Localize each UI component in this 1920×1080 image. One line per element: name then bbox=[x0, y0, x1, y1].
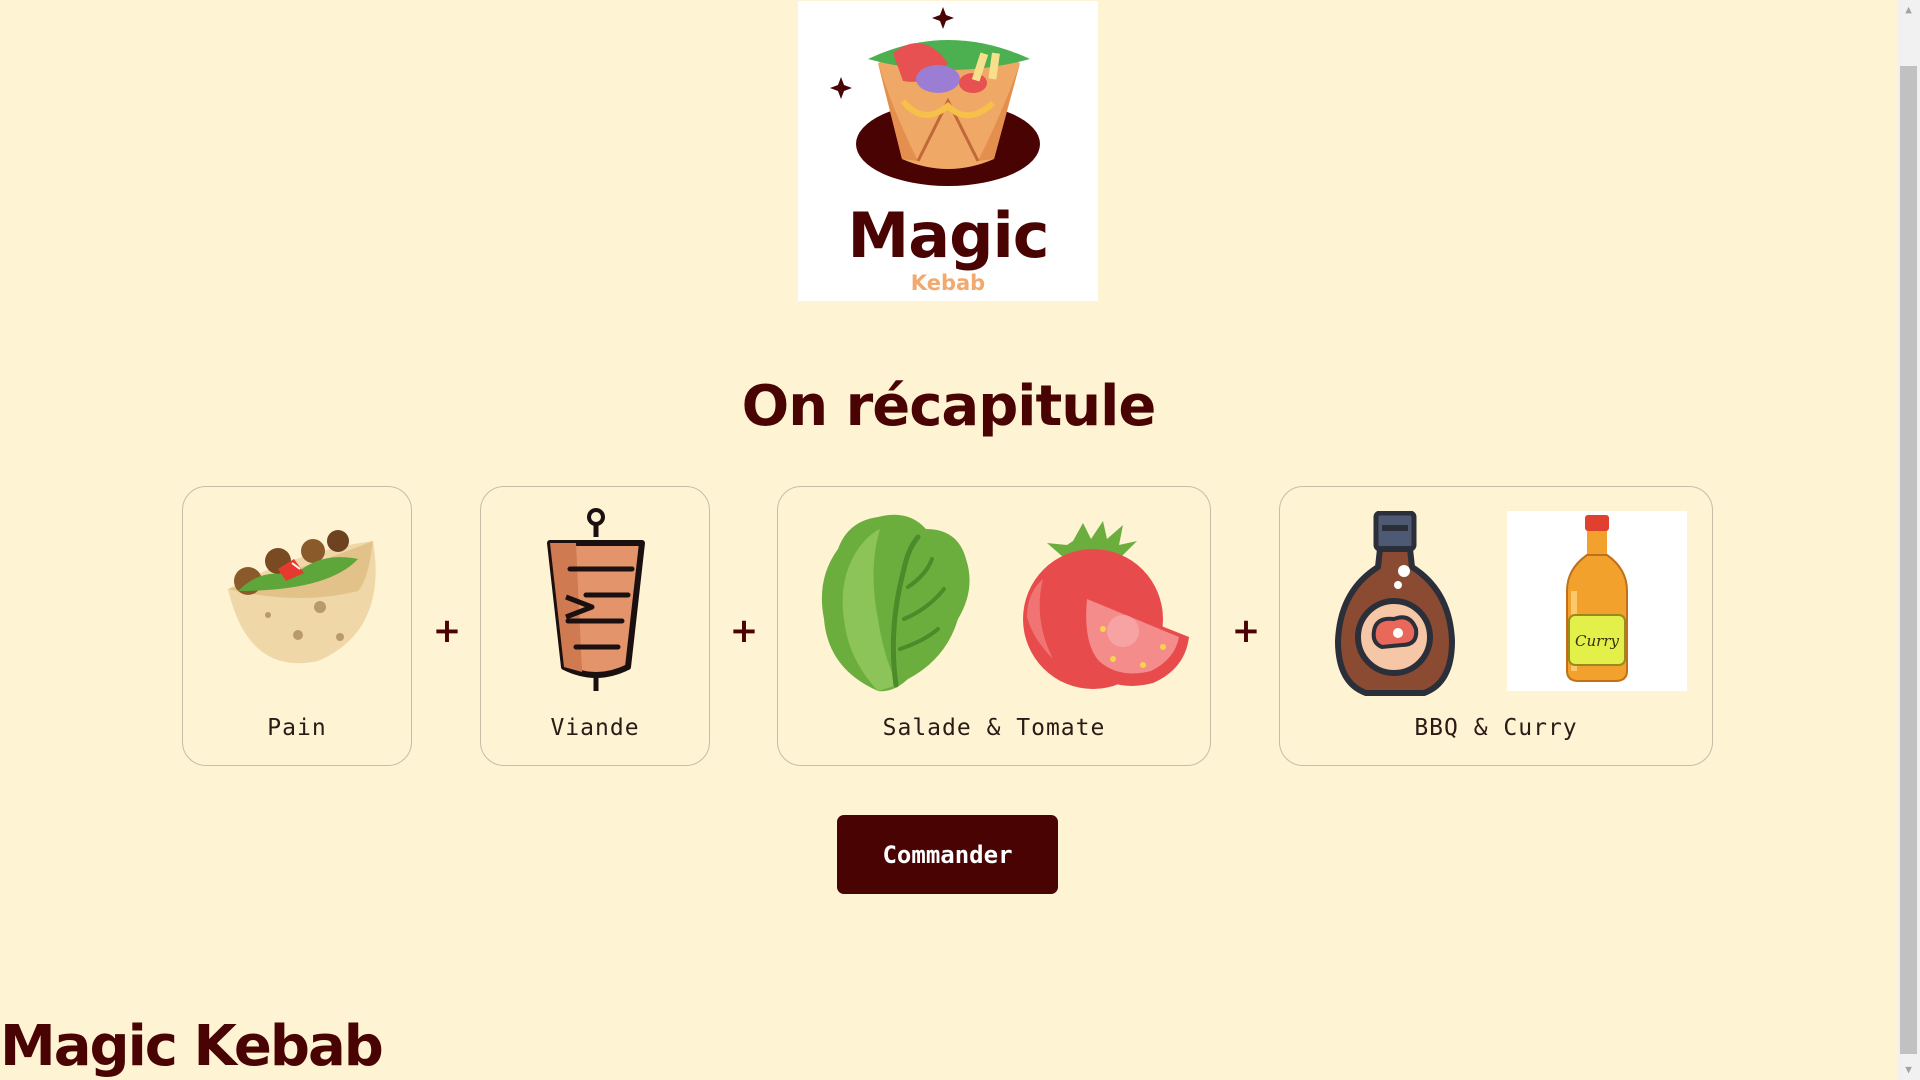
footer-title: Magic Kebab bbox=[0, 1014, 384, 1079]
curry-image: Curry bbox=[1507, 511, 1687, 691]
scroll-down-arrow-icon[interactable]: ▼ bbox=[1897, 1060, 1920, 1080]
order-button[interactable]: Commander bbox=[837, 815, 1058, 894]
curry-sauce-bottle-icon: Curry bbox=[1566, 515, 1628, 682]
lettuce-icon bbox=[821, 514, 970, 692]
card-viande: Viande bbox=[480, 486, 710, 766]
card-bbq-curry: Curry BBQ & Curry bbox=[1279, 486, 1713, 766]
card-salade-tomate: Salade & Tomate bbox=[777, 486, 1211, 766]
logo-title: Magic bbox=[847, 199, 1050, 272]
plus-icon: + bbox=[432, 611, 462, 651]
card-label-salade-tomate: Salade & Tomate bbox=[882, 715, 1106, 741]
plus-icon: + bbox=[729, 611, 759, 651]
doner-meat-icon bbox=[547, 508, 645, 691]
vertical-scrollbar[interactable]: ▲ ▼ bbox=[1897, 0, 1920, 1080]
plus-icon: + bbox=[1231, 611, 1261, 651]
bbq-sauce-bottle-icon bbox=[1335, 511, 1455, 696]
scroll-up-arrow-icon[interactable]: ▲ bbox=[1897, 0, 1920, 20]
card-label-viande: Viande bbox=[550, 715, 640, 741]
pita-bread-icon bbox=[228, 530, 376, 664]
tomato-icon bbox=[1023, 521, 1189, 689]
logo-subtitle: Kebab bbox=[910, 271, 986, 295]
curry-label: Curry bbox=[1575, 632, 1619, 650]
page: Magic Kebab On récapitule Pain + Viande … bbox=[0, 0, 1897, 1080]
kebab-wrap-icon bbox=[830, 7, 1040, 186]
scrollbar-thumb[interactable] bbox=[1900, 66, 1917, 1054]
card-label-bbq-curry: BBQ & Curry bbox=[1414, 715, 1578, 741]
card-pain: Pain bbox=[182, 486, 412, 766]
page-title: On récapitule bbox=[741, 374, 1157, 439]
logo: Magic Kebab bbox=[798, 1, 1098, 301]
card-label-pain: Pain bbox=[267, 715, 327, 741]
